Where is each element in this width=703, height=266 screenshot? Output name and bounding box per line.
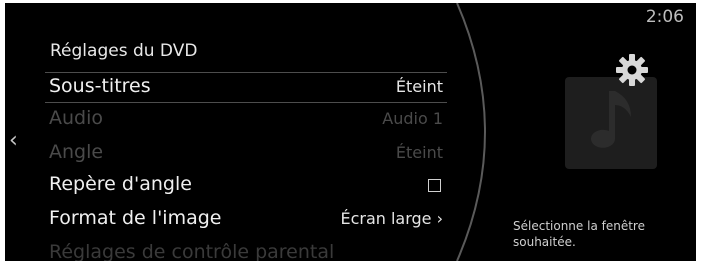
info-hint-text: Sélectionne la fenêtre souhaitée. <box>513 219 645 249</box>
music-note-icon <box>565 77 657 169</box>
menu-item-value: Écran large › <box>340 209 443 228</box>
menu-title: Réglages du DVD <box>50 41 198 61</box>
menu-item-value: Audio 1 <box>382 109 443 128</box>
menu-item-parental-control[interactable]: Réglages de contrôle parental <box>45 239 447 261</box>
menu-item-label: Audio <box>49 107 104 129</box>
menu-divider-arc <box>456 3 486 261</box>
menu-item-angle[interactable]: Angle Éteint <box>45 139 447 168</box>
menu-item-audio[interactable]: Audio Audio 1 <box>45 105 447 134</box>
menu-item-subtitles[interactable]: Sous-titres Éteint <box>45 72 447 103</box>
menu-item-angle-marker[interactable]: Repère d'angle <box>45 171 447 200</box>
gear-icon <box>616 54 648 86</box>
menu-item-label: Réglages de contrôle parental <box>49 241 335 261</box>
menu-item-label: Format de l'image <box>49 207 222 229</box>
menu-item-label: Sous-titres <box>49 75 151 97</box>
menu-item-picture-format[interactable]: Format de l'image Écran large › <box>45 205 447 234</box>
menu-item-label: Angle <box>49 141 104 163</box>
dvd-settings-screen: 2:06 ‹ Réglages du DVD Sous-titres Étein… <box>5 3 696 261</box>
menu-item-label: Repère d'angle <box>49 173 192 195</box>
back-chevron-icon[interactable]: ‹ <box>9 130 18 152</box>
status-clock: 2:06 <box>645 7 684 27</box>
